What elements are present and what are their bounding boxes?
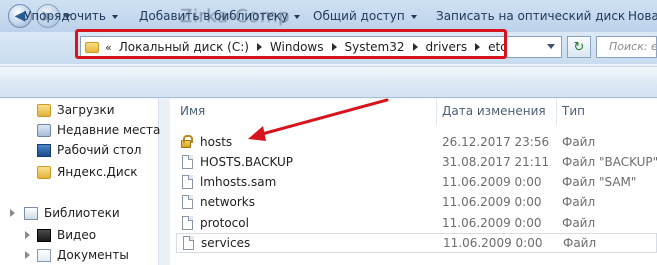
- chevron-down-icon: [410, 14, 417, 19]
- burn-button[interactable]: Записать на оптический диск: [436, 9, 625, 23]
- sidebar-item-libraries[interactable]: Библиотеки: [24, 204, 120, 222]
- pane-splitter[interactable]: [160, 99, 169, 265]
- file-icon: [182, 216, 193, 230]
- file-modified: 31.08.2017 21:11: [442, 155, 550, 169]
- file-type: Файл: [562, 135, 596, 149]
- address-bar[interactable]: « Локальный диск (C:) Windows System32 d…: [80, 36, 562, 58]
- file-modified: 26.12.2017 23:56: [442, 135, 550, 149]
- sidebar-item-label: Загрузки: [57, 103, 115, 117]
- column-divider[interactable]: [556, 99, 557, 125]
- sidebar-item-downloads[interactable]: Загрузки: [37, 101, 115, 119]
- chevron-right-icon[interactable]: [475, 43, 481, 51]
- file-name: lmhosts.sam: [200, 175, 277, 189]
- table-row[interactable]: HOSTS.BACKUP 31.08.2017 21:11 Файл "BACK…: [176, 152, 657, 172]
- file-name: services: [201, 236, 251, 250]
- sidebar-item-label: Видео: [57, 228, 97, 242]
- organize-menu[interactable]: Упорядочить: [24, 9, 118, 23]
- video-icon: [37, 228, 51, 242]
- sidebar-item-recent-places[interactable]: Недавние места: [37, 121, 160, 139]
- file-name: hosts: [200, 135, 233, 149]
- address-history-dropdown[interactable]: [547, 44, 555, 49]
- chevron-right-icon[interactable]: [10, 209, 15, 217]
- file-icon: [183, 236, 194, 250]
- file-icon: [182, 155, 193, 169]
- file-type: Файл: [563, 236, 597, 250]
- column-header-modified[interactable]: Дата изменения: [442, 104, 546, 118]
- refresh-button[interactable]: ↻: [567, 36, 591, 58]
- chevron-right-icon[interactable]: [412, 43, 418, 51]
- breadcrumb-overflow[interactable]: «: [105, 41, 112, 54]
- recent-places-icon: [37, 123, 51, 137]
- command-bar: [0, 66, 657, 98]
- file-type: Файл "SAM": [562, 175, 637, 189]
- table-row[interactable]: protocol 11.06.2009 0:00 Файл: [176, 213, 657, 233]
- folder-icon: [37, 103, 51, 117]
- add-to-library-label: Добавить в библиотеку: [139, 9, 289, 23]
- folder-icon: [37, 165, 51, 179]
- file-name: protocol: [200, 216, 249, 230]
- breadcrumb-local-disk[interactable]: Локальный диск (C:): [119, 40, 249, 54]
- column-header-type[interactable]: Тип: [562, 104, 585, 118]
- table-row[interactable]: hosts 26.12.2017 23:56 Файл: [176, 132, 657, 152]
- file-type: Файл "BACKUP": [562, 155, 657, 169]
- folder-icon: [85, 41, 99, 53]
- chevron-right-icon[interactable]: [25, 251, 30, 259]
- table-row[interactable]: services 11.06.2009 0:00 Файл: [176, 233, 657, 253]
- sidebar-item-label: Рабочий стол: [57, 143, 142, 157]
- refresh-icon: ↻: [573, 39, 585, 55]
- table-row[interactable]: lmhosts.sam 11.06.2009 0:00 Файл "SAM": [176, 172, 657, 192]
- sidebar-item-label: Недавние места: [57, 123, 161, 137]
- table-row[interactable]: networks 11.06.2009 0:00 Файл: [176, 192, 657, 212]
- share-menu[interactable]: Общий доступ: [313, 9, 417, 23]
- new-folder-button[interactable]: Нова: [628, 9, 657, 23]
- sidebar-item-label: Документы: [57, 248, 129, 262]
- column-header-name[interactable]: Имя: [180, 104, 205, 118]
- breadcrumb-windows[interactable]: Windows: [270, 40, 324, 54]
- sidebar-item-video[interactable]: Видео: [37, 226, 96, 244]
- locked-file-icon: [181, 135, 193, 148]
- file-name: HOSTS.BACKUP: [200, 155, 294, 169]
- file-modified: 11.06.2009 0:00: [442, 195, 542, 209]
- sidebar-item-yandex-disk[interactable]: Яндекс.Диск: [37, 163, 138, 181]
- sidebar-item-documents[interactable]: Документы: [37, 246, 129, 264]
- breadcrumb-etc[interactable]: etc: [488, 40, 507, 54]
- chevron-right-icon[interactable]: [256, 43, 262, 51]
- search-input[interactable]: Поиск: etc: [596, 36, 657, 58]
- organize-label: Упорядочить: [24, 9, 106, 23]
- documents-icon: [37, 248, 51, 262]
- breadcrumb-drivers[interactable]: drivers: [426, 40, 468, 54]
- file-type: Файл: [562, 195, 596, 209]
- file-type: Файл: [562, 216, 596, 230]
- share-label: Общий доступ: [313, 9, 405, 23]
- chevron-right-icon[interactable]: [25, 231, 30, 239]
- file-name: networks: [200, 195, 255, 209]
- column-divider[interactable]: [436, 99, 437, 125]
- chevron-down-icon: [111, 14, 118, 19]
- chevron-down-icon: [294, 14, 301, 19]
- sidebar-item-label: Библиотеки: [44, 206, 120, 220]
- desktop-icon: [37, 143, 51, 157]
- sidebar-item-label: Яндекс.Диск: [57, 165, 138, 179]
- breadcrumb-system32[interactable]: System32: [345, 40, 405, 54]
- file-modified: 11.06.2009 0:00: [443, 236, 543, 250]
- file-icon: [182, 195, 193, 209]
- sidebar-item-desktop[interactable]: Рабочий стол: [37, 141, 141, 159]
- file-modified: 11.06.2009 0:00: [442, 216, 542, 230]
- add-to-library-menu[interactable]: Добавить в библиотеку: [139, 9, 301, 23]
- library-icon: [24, 206, 38, 220]
- file-modified: 11.06.2009 0:00: [442, 175, 542, 189]
- chevron-right-icon[interactable]: [331, 43, 337, 51]
- file-icon: [182, 175, 193, 189]
